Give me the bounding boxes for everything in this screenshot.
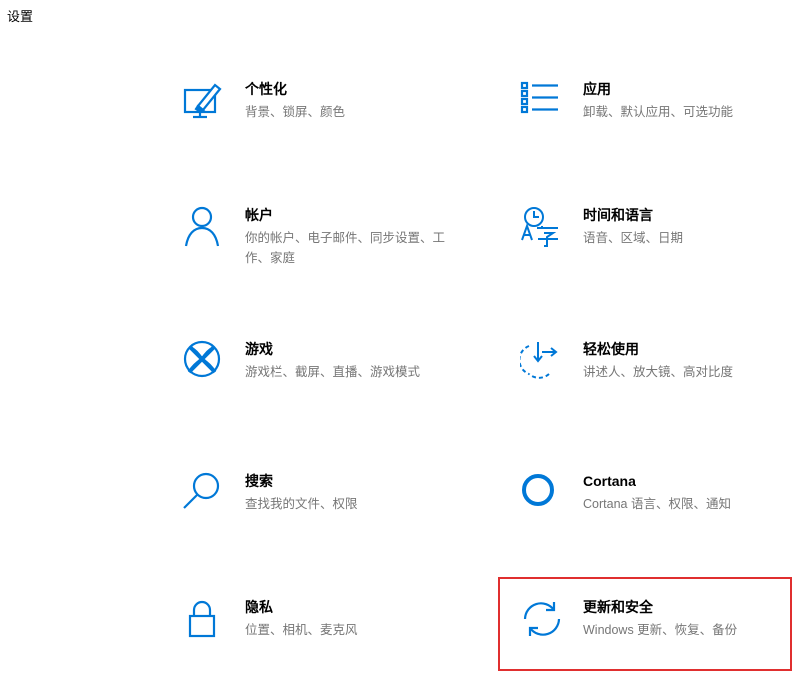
tile-description: Cortana 语言、权限、通知 [583,497,731,511]
ease-of-access-icon [520,340,564,384]
tile-description: 游戏栏、截屏、直播、游戏模式 [245,365,421,379]
tile-description: 位置、相机、麦克风 [245,623,358,637]
tile-title: Cortana [583,473,636,489]
tile-description: 语音、区域、日期 [583,231,684,245]
tile-time-language[interactable]: 时间和语言 语音、区域、日期 [520,206,760,286]
tile-title: 个性化 [245,81,287,97]
tile-title: 游戏 [245,341,273,357]
tile-cortana[interactable]: Cortana Cortana 语言、权限、通知 [520,472,760,552]
tile-description: 背景、锁屏、颜色 [245,105,346,119]
lock-icon [182,598,226,642]
tile-gaming[interactable]: 游戏 游戏栏、截屏、直播、游戏模式 [182,340,422,420]
tile-title: 隐私 [245,599,273,615]
tile-accounts[interactable]: 帐户 你的帐户、电子邮件、同步设置、工作、家庭 [182,206,445,286]
tile-description: 你的帐户、电子邮件、同步设置、工作、家庭 [245,231,446,265]
search-icon [182,472,226,516]
tile-title: 时间和语言 [583,207,653,223]
tile-description: 卸载、默认应用、可选功能 [583,105,734,119]
cortana-circle-icon [520,472,564,516]
tile-ease-of-access[interactable]: 轻松使用 讲述人、放大镜、高对比度 [520,340,760,420]
tile-personalization[interactable]: 个性化 背景、锁屏、颜色 [182,80,422,160]
tile-privacy[interactable]: 隐私 位置、相机、麦克风 [182,598,422,678]
personalization-icon [182,80,226,124]
tile-title: 应用 [583,81,611,97]
tile-update-security[interactable]: 更新和安全 Windows 更新、恢复、备份 [520,598,760,678]
tile-description: 讲述人、放大镜、高对比度 [583,365,734,379]
apps-list-icon [520,80,564,124]
tile-title: 帐户 [245,207,273,223]
tile-description: Windows 更新、恢复、备份 [583,623,738,637]
tile-search[interactable]: 搜索 查找我的文件、权限 [182,472,422,552]
person-icon [182,206,226,250]
tile-title: 轻松使用 [583,341,639,357]
tile-apps[interactable]: 应用 卸载、默认应用、可选功能 [520,80,760,160]
xbox-icon [182,340,226,384]
update-sync-icon [520,598,564,642]
window-title: 设置 [7,9,34,24]
tile-title: 更新和安全 [583,599,653,615]
tile-title: 搜索 [245,473,273,489]
time-language-icon [520,206,564,250]
tile-description: 查找我的文件、权限 [245,497,358,511]
